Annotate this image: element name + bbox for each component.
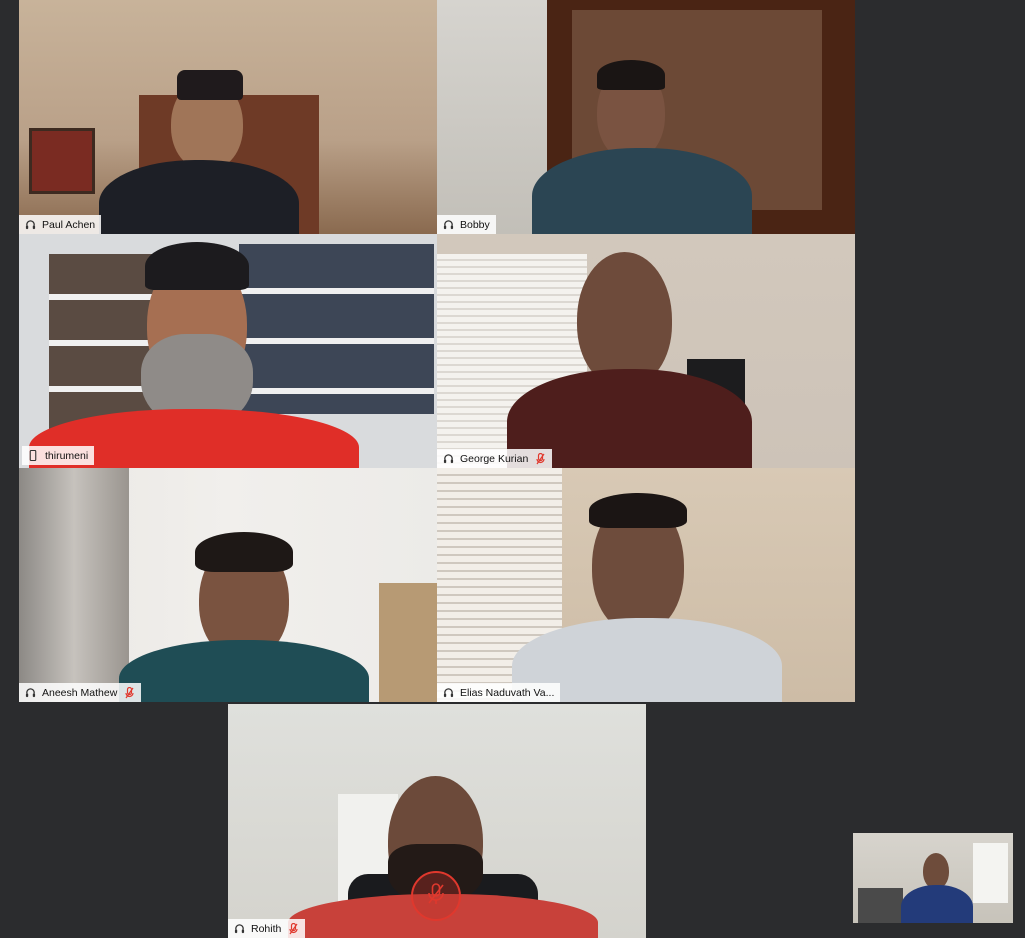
video-tile-thirumeni[interactable]: thirumeni xyxy=(19,234,437,468)
participant-hair xyxy=(597,60,665,90)
participant-head xyxy=(577,252,672,387)
name-label: Elias Naduvath Va... xyxy=(437,683,561,702)
name-label: Rohith xyxy=(228,919,306,938)
participant-name: Elias Naduvath Va... xyxy=(460,686,555,699)
bookshelf-right xyxy=(239,244,434,414)
participant-name: Bobby xyxy=(460,218,490,231)
self-view-thumbnail[interactable] xyxy=(853,833,1013,923)
name-label: Paul Achen xyxy=(19,215,102,234)
participant-name: Paul Achen xyxy=(42,218,96,231)
unmute-button[interactable] xyxy=(411,871,461,921)
participant-name: Aneesh Mathew xyxy=(42,686,118,699)
mic-muted-icon xyxy=(287,922,299,935)
wall-frame xyxy=(29,128,95,194)
video-tile-bobby[interactable]: Bobby xyxy=(437,0,855,234)
headphone-icon xyxy=(24,687,36,699)
participant-name: Rohith xyxy=(251,922,282,935)
participant-cap xyxy=(177,70,243,100)
name-label: Bobby xyxy=(437,215,496,234)
desk xyxy=(858,888,903,923)
video-tile-elias-naduvath[interactable]: Elias Naduvath Va... xyxy=(437,468,855,702)
participant-body xyxy=(99,160,299,234)
participant-cap xyxy=(145,242,249,290)
headphone-icon xyxy=(233,923,245,935)
mic-muted-icon xyxy=(534,452,546,465)
participant-name: George Kurian xyxy=(460,452,529,465)
headphone-icon xyxy=(24,219,36,231)
participant-hair xyxy=(195,532,293,572)
curtain xyxy=(19,468,129,702)
phone-icon xyxy=(27,450,39,462)
headphone-icon xyxy=(442,219,454,231)
headphone-icon xyxy=(442,453,454,465)
bookshelf-left xyxy=(49,254,159,434)
headphone-icon xyxy=(442,687,454,699)
participant-head xyxy=(923,853,949,889)
name-label: Aneesh Mathew xyxy=(19,683,142,702)
participant-hair xyxy=(589,493,687,528)
participant-name: thirumeni xyxy=(45,449,89,462)
window xyxy=(973,843,1008,903)
name-label: thirumeni xyxy=(22,446,95,465)
mic-muted-icon xyxy=(123,686,135,699)
video-tile-george-kurian[interactable]: George Kurian xyxy=(437,234,855,468)
shelf xyxy=(379,583,437,702)
video-tile-aneesh-mathew[interactable]: Aneesh Mathew xyxy=(19,468,437,702)
mic-muted-icon xyxy=(427,882,445,910)
participant-body xyxy=(901,885,973,923)
video-tile-paul-achen[interactable]: Paul Achen xyxy=(19,0,437,234)
name-label: George Kurian xyxy=(437,449,553,468)
participant-body xyxy=(532,148,752,234)
